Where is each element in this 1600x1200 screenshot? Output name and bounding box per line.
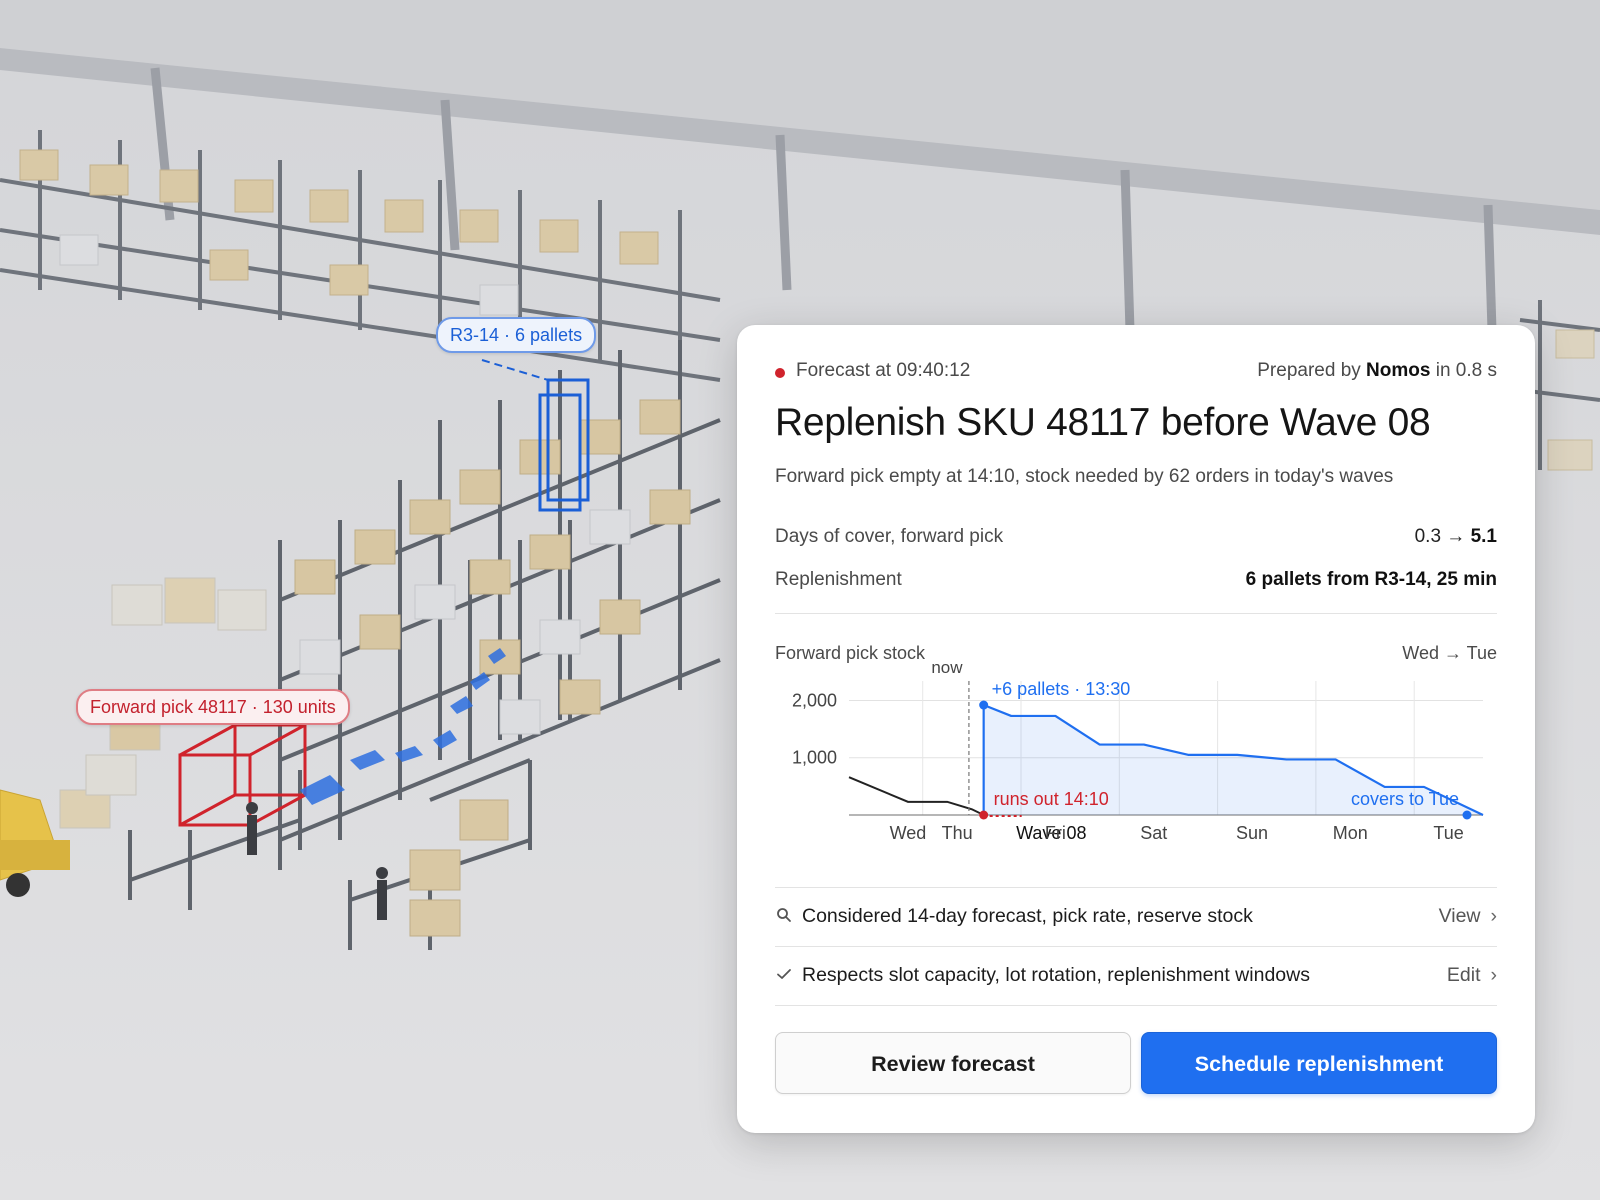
constraints-text: Respects slot capacity, lot rotation, re… [802, 964, 1310, 986]
x-tick-label: Fri [1045, 823, 1066, 843]
card-meta: Forecast at 09:40:12 Prepared by Nomos i… [775, 360, 1497, 386]
replenish-point [979, 700, 989, 710]
view-link[interactable]: View › [1439, 905, 1497, 928]
edit-link[interactable]: Edit › [1447, 964, 1497, 987]
prepared-agent: Nomos [1366, 360, 1431, 381]
divider [775, 887, 1497, 888]
now-label: now [931, 658, 963, 677]
covers-point [1462, 810, 1472, 820]
covers-annotation: covers to Tue [1351, 789, 1459, 809]
replenishment-row: Replenishment 6 pallets from R3-14, 25 m… [775, 569, 1497, 595]
replenishment-value: 6 pallets from R3-14, 25 min [1245, 569, 1497, 590]
days-of-cover-value: 0.3 → 5.1 [1414, 526, 1497, 547]
replenishment-card: Forecast at 09:40:12 Prepared by Nomos i… [737, 325, 1535, 1133]
x-tick-label: Mon [1333, 823, 1368, 843]
live-status-dot [775, 368, 785, 378]
check-icon [777, 969, 791, 979]
days-of-cover-row: Days of cover, forward pick 0.3 → 5.1 [775, 526, 1497, 552]
considered-text: Considered 14-day forecast, pick rate, r… [802, 905, 1253, 927]
forward-pick-stock-chart: 1,000 2,000 now +6 pallets · 13:30 runs out … [792, 658, 1484, 843]
forward-pick-label[interactable]: Forward pick 48117 · 130 units [76, 689, 350, 725]
x-tick-label: Sat [1140, 823, 1167, 843]
considered-row: Considered 14-day forecast, pick rate, r… [775, 903, 1497, 933]
replenish-annotation: +6 pallets · 13:30 [992, 679, 1131, 699]
prepared-by: Prepared by Nomos in 0.8 s [1257, 360, 1497, 381]
x-tick-label: Sun [1236, 823, 1268, 843]
x-tick-label: Thu [942, 823, 973, 843]
days-of-cover-label: Days of cover, forward pick [775, 526, 1004, 547]
constraints-row: Respects slot capacity, lot rotation, re… [775, 962, 1497, 992]
card-subtitle: Forward pick empty at 14:10, stock neede… [775, 466, 1394, 487]
chevron-right-icon: › [1490, 905, 1498, 927]
schedule-replenishment-button[interactable]: Schedule replenishment [1141, 1032, 1497, 1094]
divider [775, 946, 1497, 947]
current-stock-line [848, 776, 985, 816]
x-tick-label: Tue [1433, 823, 1463, 843]
y-tick-label: 1,000 [792, 748, 837, 768]
reserve-location-label[interactable]: R3-14 · 6 pallets [436, 317, 597, 353]
card-title: Replenish SKU 48117 before Wave 08 [775, 401, 1431, 444]
search-icon [777, 908, 791, 922]
chevron-right-icon: › [1490, 964, 1498, 986]
runs-out-point [979, 810, 989, 820]
runs-out-annotation: runs out 14:10 [994, 789, 1109, 809]
x-tick-label: Wed [890, 823, 927, 843]
forecast-time: Forecast at 09:40:12 [796, 360, 971, 381]
y-tick-label: 2,000 [792, 690, 837, 710]
divider [775, 1005, 1497, 1006]
divider [775, 613, 1497, 614]
review-forecast-button[interactable]: Review forecast [775, 1032, 1131, 1094]
replenishment-label: Replenishment [775, 569, 902, 590]
